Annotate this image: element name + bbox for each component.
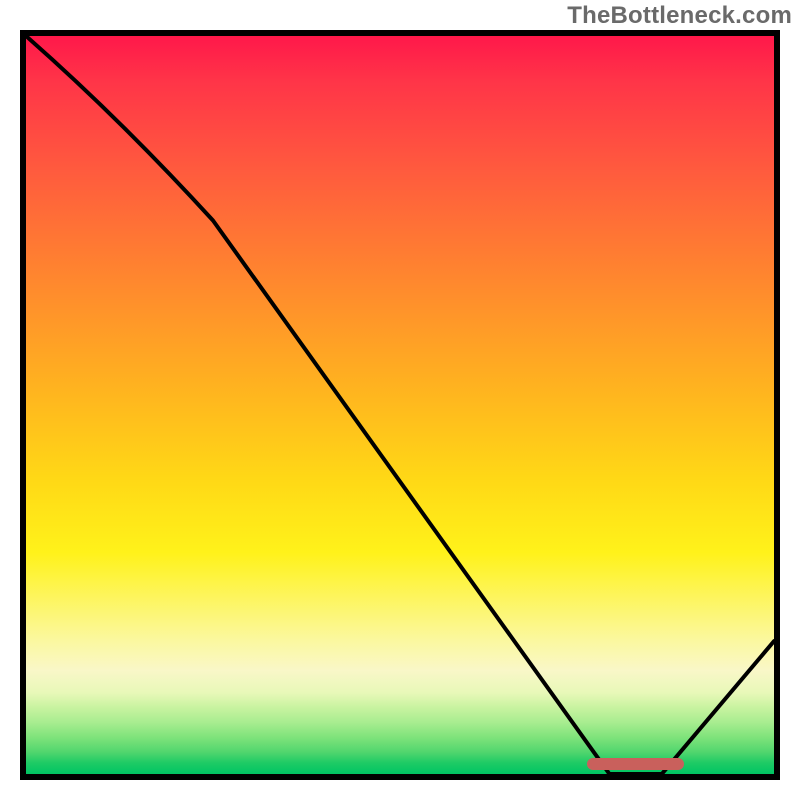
plot-area [20,30,780,780]
watermark-text: TheBottleneck.com [567,2,792,30]
chart-frame: TheBottleneck.com [0,0,800,800]
bottleneck-curve-svg [26,36,774,774]
bottleneck-curve-path [26,36,774,774]
optimal-range-marker [587,758,684,770]
